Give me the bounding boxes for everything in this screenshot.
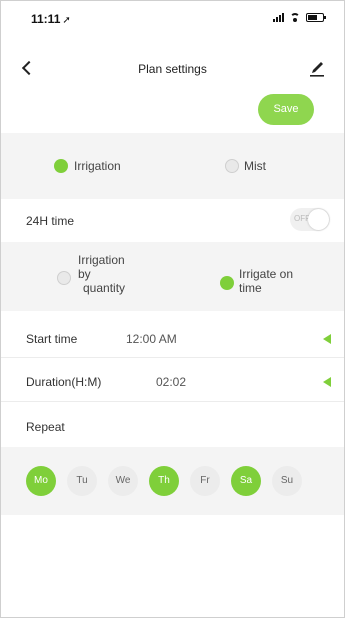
- repeat-days: Mo Tu We Th Fr Sa Su: [26, 466, 302, 496]
- irrigation-by-quantity-radio[interactable]: [57, 271, 71, 285]
- toggle-knob: [308, 209, 329, 230]
- edit-pencil-icon[interactable]: [308, 57, 326, 77]
- divider: [1, 401, 344, 402]
- phone-screen: 11:11 ➚ Plan settings Save Irrigation Mis…: [0, 0, 345, 618]
- day-mo[interactable]: Mo: [26, 466, 56, 496]
- page-title: Plan settings: [138, 62, 207, 76]
- irrigate-on-time-label[interactable]: Irrigate on time: [239, 267, 293, 295]
- day-su[interactable]: Su: [272, 466, 302, 496]
- irrigate-on-time-line2: time: [239, 281, 262, 295]
- mode-section: [1, 133, 344, 199]
- repeat-label: Repeat: [26, 420, 65, 434]
- start-time-value[interactable]: 12:00 AM: [126, 332, 177, 346]
- start-time-arrow-icon[interactable]: [323, 334, 331, 344]
- status-time-text: 11:11: [31, 12, 61, 26]
- duration-label: Duration(H:M): [26, 375, 102, 389]
- irrigation-by-quantity-label[interactable]: Irrigation by quantity: [78, 253, 125, 295]
- irrigation-by-quantity-line1: Irrigation: [78, 253, 125, 267]
- status-time: 11:11 ➚: [31, 12, 71, 26]
- irrigate-on-time-line1: Irrigate on: [239, 267, 294, 281]
- day-tu[interactable]: Tu: [67, 466, 97, 496]
- mist-label[interactable]: Mist: [244, 159, 266, 173]
- day-sa[interactable]: Sa: [231, 466, 261, 496]
- irrigate-on-time-radio[interactable]: [220, 276, 234, 290]
- day-th[interactable]: Th: [149, 466, 179, 496]
- status-bar: 11:11 ➚: [1, 1, 344, 31]
- time-24h-label: 24H time: [26, 214, 75, 228]
- irrigation-by-quantity-line2: by: [78, 267, 91, 281]
- day-we[interactable]: We: [108, 466, 138, 496]
- irrigation-radio[interactable]: [54, 159, 68, 173]
- start-time-label: Start time: [26, 332, 78, 346]
- irrigation-by-quantity-line3: quantity: [83, 281, 126, 295]
- divider: [1, 357, 344, 358]
- save-button[interactable]: Save: [258, 94, 314, 125]
- cellular-signal-icon: [273, 13, 284, 22]
- nav-header: Plan settings: [1, 49, 344, 85]
- duration-arrow-icon[interactable]: [323, 377, 331, 387]
- irrigation-label[interactable]: Irrigation: [74, 159, 121, 173]
- status-icons: [273, 13, 326, 22]
- wifi-icon: [289, 13, 301, 22]
- day-fr[interactable]: Fr: [190, 466, 220, 496]
- duration-value[interactable]: 02:02: [156, 375, 186, 389]
- time-24h-toggle[interactable]: OFF: [290, 208, 330, 231]
- battery-icon: [306, 13, 326, 22]
- mist-radio[interactable]: [225, 159, 239, 173]
- location-arrow-icon: ➚: [62, 15, 71, 26]
